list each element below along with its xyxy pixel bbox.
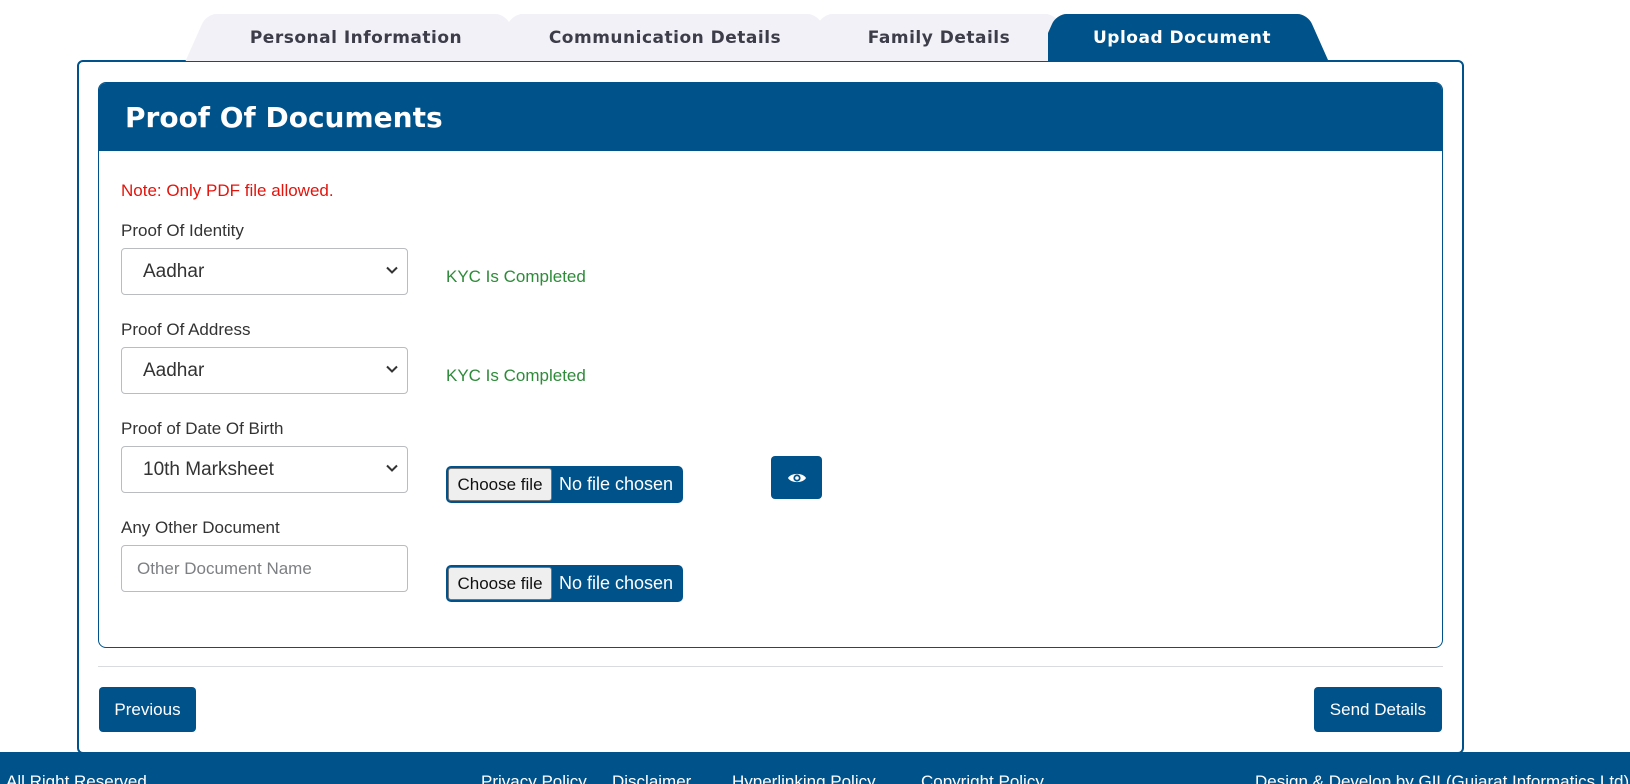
chevron-down-icon (386, 266, 398, 274)
other-document-name-input[interactable]: Other Document Name (121, 545, 408, 592)
footer-link-copyright[interactable]: Copyright Policy (921, 772, 1044, 784)
footer: All Right Reserved Privacy Policy Discla… (0, 752, 1630, 784)
other-file-input[interactable]: Choose file No file chosen (446, 565, 683, 602)
divider (98, 666, 1443, 667)
address-kyc-status: KYC Is Completed (446, 366, 586, 385)
other-document-label: Any Other Document (121, 518, 280, 537)
footer-link-hyperlinking[interactable]: Hyperlinking Policy (732, 772, 876, 784)
tab-bar: Personal Information Communication Detai… (0, 0, 1630, 62)
tab-label: Communication Details (548, 27, 782, 48)
view-document-button[interactable] (771, 456, 822, 499)
dob-select[interactable]: 10th Marksheet (121, 446, 408, 493)
eye-icon (787, 473, 806, 482)
documents-panel: Proof Of Documents Note: Only PDF file a… (98, 82, 1443, 648)
pdf-note: Note: Only PDF file allowed. (121, 181, 334, 200)
tab-family-details[interactable]: Family Details (830, 14, 1048, 61)
dob-select-value: 10th Marksheet (143, 458, 274, 480)
identity-select-value: Aadhar (143, 260, 205, 282)
previous-button[interactable]: Previous (99, 687, 196, 732)
dob-file-status: No file chosen (559, 474, 674, 494)
send-details-button[interactable]: Send Details (1314, 687, 1442, 732)
identity-label: Proof Of Identity (121, 221, 244, 240)
dob-choose-file-button[interactable]: Choose file (448, 468, 552, 501)
tab-communication-details[interactable]: Communication Details (520, 14, 810, 61)
footer-link-privacy[interactable]: Privacy Policy (481, 772, 587, 784)
footer-link-disclaimer[interactable]: Disclaimer (612, 772, 691, 784)
chevron-down-icon (386, 365, 398, 373)
chevron-down-icon (386, 464, 398, 472)
identity-select[interactable]: Aadhar (121, 248, 408, 295)
dob-label: Proof of Date Of Birth (121, 419, 284, 438)
tab-label: Family Details (867, 27, 1011, 48)
other-file-status: No file chosen (559, 573, 674, 593)
address-select[interactable]: Aadhar (121, 347, 408, 394)
tab-label: Personal Information (249, 27, 463, 48)
address-select-value: Aadhar (143, 359, 205, 381)
dob-file-input[interactable]: Choose file No file chosen (446, 466, 683, 503)
address-label: Proof Of Address (121, 320, 251, 339)
tab-upload-document[interactable]: Upload Document (1064, 14, 1300, 61)
other-document-placeholder: Other Document Name (137, 558, 312, 578)
section-title: Proof Of Documents (99, 83, 1442, 151)
footer-credit: Design & Develop by GIL(Gujarat Informat… (1255, 772, 1630, 784)
identity-kyc-status: KYC Is Completed (446, 267, 586, 286)
tab-label: Upload Document (1093, 27, 1271, 48)
tab-personal-information[interactable]: Personal Information (214, 14, 498, 61)
other-choose-file-button[interactable]: Choose file (448, 567, 552, 600)
footer-copyright: All Right Reserved (6, 772, 147, 784)
